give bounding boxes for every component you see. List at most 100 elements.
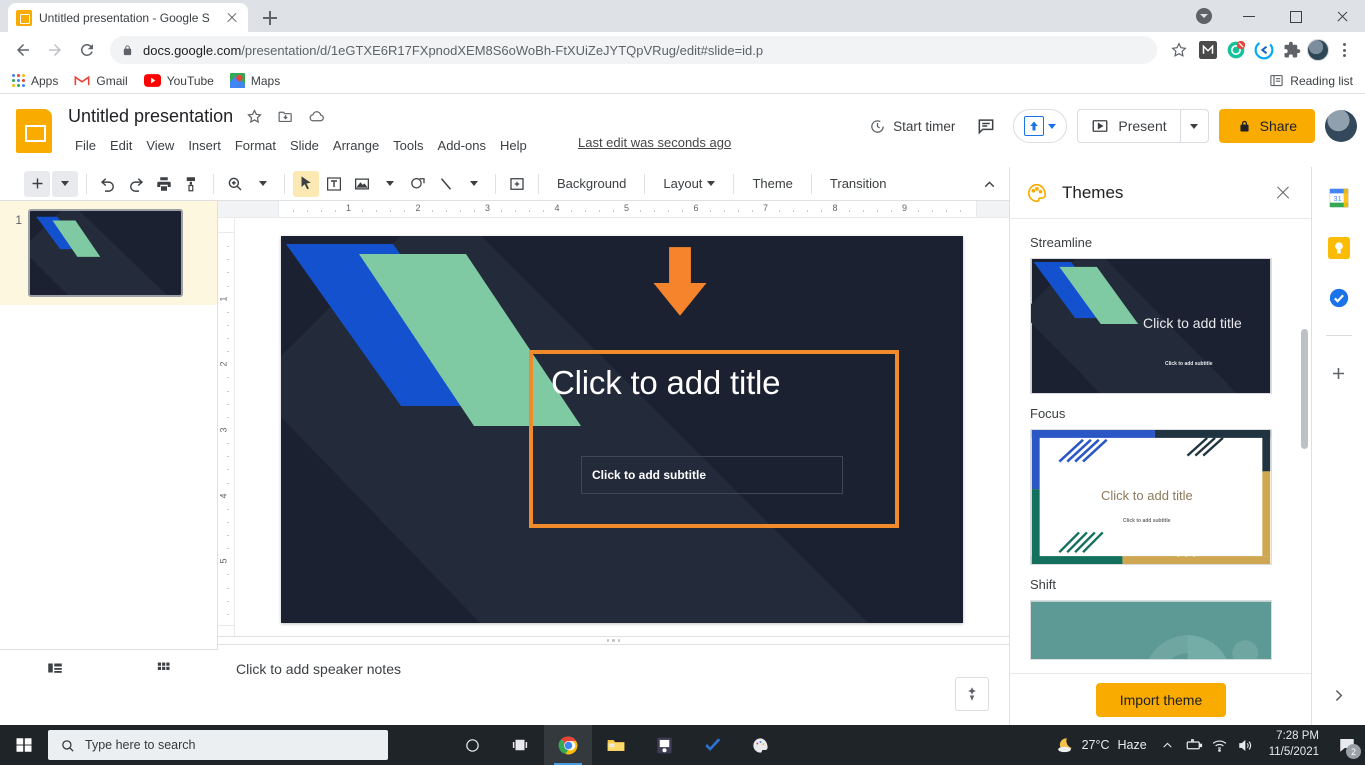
insert-image-options-button[interactable] [377, 171, 403, 197]
menu-file[interactable]: File [68, 135, 103, 156]
print-button[interactable] [151, 171, 177, 197]
notes-resize-handle[interactable] [218, 636, 1009, 645]
vertical-ruler[interactable]: 1 2 3 4 5 [218, 218, 235, 636]
star-icon[interactable] [245, 107, 264, 126]
grammarly-extension-icon[interactable] [1223, 37, 1249, 63]
move-to-folder-icon[interactable] [276, 107, 295, 126]
expand-icon[interactable] [1327, 683, 1351, 707]
minimize-button[interactable] [1227, 0, 1273, 32]
mailtrack-extension-icon[interactable] [1195, 37, 1221, 63]
keep-icon[interactable] [1326, 235, 1352, 261]
transition-button[interactable]: Transition [820, 171, 897, 197]
undo-button[interactable] [95, 171, 121, 197]
weather-widget[interactable]: 27°C Haze [1041, 736, 1155, 755]
title-placeholder-text[interactable]: Click to add title [551, 364, 781, 402]
background-button[interactable]: Background [547, 171, 636, 197]
theme-button[interactable]: Theme [742, 171, 802, 197]
menu-arrange[interactable]: Arrange [326, 135, 386, 156]
insert-image-button[interactable] [349, 171, 375, 197]
wifi-icon[interactable] [1207, 725, 1233, 765]
menu-insert[interactable]: Insert [181, 135, 228, 156]
bookmark-maps[interactable]: Maps [229, 73, 280, 88]
themes-list[interactable]: Streamline Click to add title Click to a… [1010, 219, 1311, 673]
close-icon[interactable] [1271, 181, 1295, 205]
task-view-button[interactable] [496, 725, 544, 765]
cloud-status-icon[interactable] [307, 107, 326, 126]
line-button[interactable] [433, 171, 459, 197]
theme-card-streamline[interactable]: Click to add title Click to add subtitle [1030, 258, 1272, 394]
present-options-button[interactable] [1179, 110, 1208, 142]
menu-addons[interactable]: Add-ons [431, 135, 493, 156]
new-slide-button[interactable] [24, 170, 50, 197]
bookmark-youtube[interactable]: YouTube [143, 74, 214, 88]
last-edit-status[interactable]: Last edit was seconds ago [578, 135, 731, 150]
show-hidden-icons-button[interactable] [1155, 725, 1181, 765]
tasks-icon[interactable] [1326, 285, 1352, 311]
share-button[interactable]: Share [1218, 109, 1315, 143]
clockify-extension-icon[interactable] [1251, 37, 1277, 63]
zoom-options-button[interactable] [250, 171, 276, 197]
address-bar[interactable]: docs.google.com/presentation/d/1eGTXE6R1… [110, 36, 1157, 64]
speaker-notes-area[interactable]: Click to add speaker notes [218, 645, 1009, 725]
themes-scrollbar[interactable] [1301, 329, 1308, 449]
clock-widget[interactable]: 7:28 PM 11/5/2021 [1259, 729, 1329, 760]
document-title[interactable]: Untitled presentation [68, 106, 233, 127]
menu-view[interactable]: View [139, 135, 181, 156]
volume-icon[interactable] [1233, 725, 1259, 765]
flipboard-button[interactable] [640, 725, 688, 765]
taskbar-search-input[interactable]: Type here to search [48, 730, 388, 760]
layout-button[interactable]: Layout [653, 171, 725, 197]
grid-view-button[interactable] [150, 656, 178, 680]
publish-upload-button[interactable] [1013, 109, 1068, 143]
chrome-taskbar-button[interactable] [544, 725, 592, 765]
notifications-button[interactable]: 2 [1329, 725, 1365, 765]
current-slide[interactable]: Click to add title Click to add subtitle [281, 236, 963, 623]
present-button[interactable]: Present [1078, 110, 1179, 142]
filmstrip-view-button[interactable] [41, 656, 69, 680]
calendar-icon[interactable]: 31 [1326, 185, 1352, 211]
reading-list-button[interactable]: Reading list [1269, 73, 1353, 88]
bookmark-gmail[interactable]: Gmail [74, 74, 128, 88]
maximize-button[interactable] [1273, 0, 1319, 32]
textbox-button[interactable] [321, 171, 347, 197]
slide-canvas-area[interactable]: Click to add title Click to add subtitle [235, 218, 1009, 636]
forward-icon[interactable] [40, 35, 70, 65]
paint-button[interactable] [736, 725, 784, 765]
title-placeholder-selection[interactable]: Click to add title Click to add subtitle [529, 350, 899, 528]
shape-button[interactable] [405, 171, 431, 197]
theme-card-shift[interactable] [1030, 600, 1272, 660]
menu-edit[interactable]: Edit [103, 135, 139, 156]
close-icon[interactable] [224, 10, 240, 26]
comments-button[interactable] [969, 109, 1003, 143]
collapse-toolbar-button[interactable] [977, 172, 1001, 196]
new-tab-button[interactable] [256, 4, 284, 32]
chrome-update-icon[interactable] [1181, 0, 1227, 32]
battery-icon[interactable] [1181, 725, 1207, 765]
menu-slide[interactable]: Slide [283, 135, 326, 156]
new-slide-options-button[interactable] [52, 170, 78, 197]
slide-thumbnail[interactable] [28, 209, 183, 297]
menu-help[interactable]: Help [493, 135, 534, 156]
chrome-profile-avatar[interactable] [1307, 39, 1329, 61]
theme-card-focus[interactable]: Click to add title Click to add subtitle [1030, 429, 1272, 565]
close-window-button[interactable] [1319, 0, 1365, 32]
browser-tab[interactable]: Untitled presentation - Google S [8, 3, 248, 32]
back-icon[interactable] [8, 35, 38, 65]
reload-icon[interactable] [72, 35, 102, 65]
todo-button[interactable] [688, 725, 736, 765]
cortana-button[interactable] [448, 725, 496, 765]
start-button[interactable] [0, 725, 48, 765]
paint-format-button[interactable] [179, 171, 205, 197]
menu-tools[interactable]: Tools [386, 135, 430, 156]
bookmark-star-icon[interactable] [1165, 36, 1193, 64]
explore-button[interactable] [955, 677, 989, 711]
filmstrip-slide-1[interactable]: 1 [0, 201, 217, 305]
horizontal-ruler[interactable]: 1 2 3 4 5 6 7 8 9 [218, 201, 1009, 218]
import-theme-button[interactable]: Import theme [1095, 682, 1227, 717]
select-tool-button[interactable] [293, 170, 319, 197]
add-comment-button[interactable] [504, 171, 530, 197]
start-timer-button[interactable]: Start timer [865, 112, 959, 141]
chrome-menu-icon[interactable] [1331, 37, 1357, 63]
add-on-icon[interactable] [1326, 360, 1352, 386]
bookmark-apps[interactable]: Apps [12, 74, 58, 88]
